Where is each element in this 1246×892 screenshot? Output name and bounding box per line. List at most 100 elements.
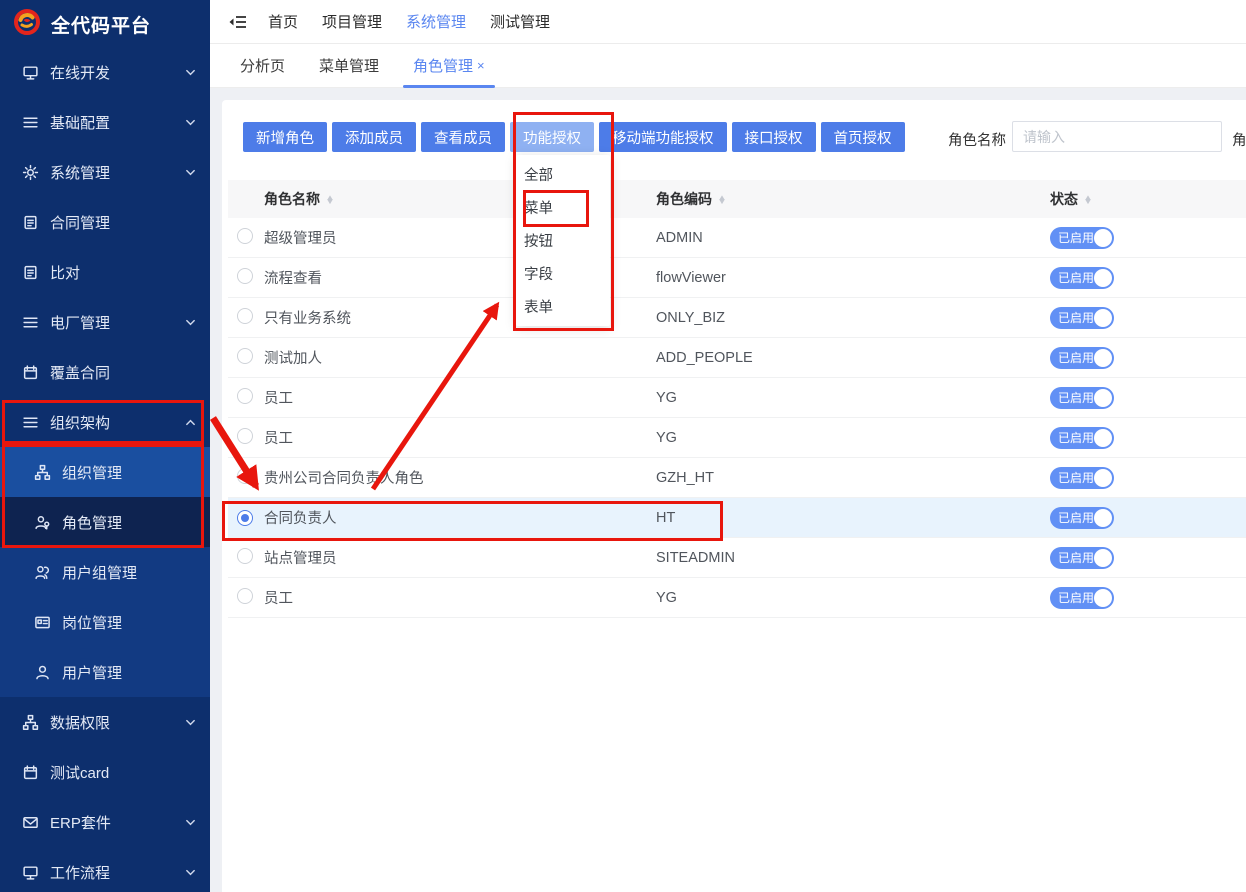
sidebar-item-post-mgmt[interactable]: 岗位管理 [0, 597, 210, 647]
nav-item-project-mgmt[interactable]: 项目管理 [322, 11, 382, 32]
sidebar-item-erp-suite[interactable]: ERP套件 [0, 797, 210, 847]
table-row[interactable]: 员工YG已启用 [228, 418, 1246, 458]
tab-analysis-page[interactable]: 分析页 [240, 44, 285, 88]
table-row[interactable]: 贵州公司合同负责人角色GZH_HT已启用 [228, 458, 1246, 498]
table-row[interactable]: 员工YG已启用 [228, 578, 1246, 618]
table-row[interactable]: 员工YG已启用 [228, 378, 1246, 418]
nav-item-system-mgmt[interactable]: 系统管理 [406, 11, 466, 32]
table-row[interactable]: 测试加人ADD_PEOPLE已启用 [228, 338, 1246, 378]
table-row[interactable]: 合同负责人HT已启用 [228, 498, 1246, 538]
sidebar-item-system-mgmt[interactable]: 系统管理 [0, 147, 210, 197]
toggle-knob [1094, 549, 1112, 567]
header-role-code[interactable]: 角色编码▲▼ [654, 189, 1046, 209]
add-role-button[interactable]: 新增角色 [243, 122, 327, 152]
sidebar-item-role-mgmt[interactable]: 角色管理 [0, 497, 210, 547]
tab-label: 菜单管理 [319, 55, 379, 76]
monitor-icon [22, 64, 39, 81]
row-radio[interactable] [237, 588, 253, 604]
status-cell: 已启用 [1046, 387, 1246, 409]
status-toggle-label: 已启用 [1050, 229, 1094, 246]
table-row[interactable]: 流程查看flowViewer已启用 [228, 258, 1246, 298]
chevron-down-icon [185, 817, 196, 828]
mobile-func-auth-button[interactable]: 移动端功能授权 [599, 122, 727, 152]
table-row[interactable]: 超级管理员ADMIN已启用 [228, 218, 1246, 258]
api-auth-button[interactable]: 接口授权 [732, 122, 816, 152]
sidebar-item-test-card[interactable]: 测试card [0, 747, 210, 797]
sidebar-item-data-permission[interactable]: 数据权限 [0, 697, 210, 747]
sidebar-item-coverage-contract[interactable]: 覆盖合同 [0, 347, 210, 397]
table-row[interactable]: 只有业务系统ONLY_BIZ已启用 [228, 298, 1246, 338]
sidebar-submenu-org-structure: 组织管理角色管理用户组管理岗位管理用户管理 [0, 447, 210, 697]
row-radio[interactable] [237, 468, 253, 484]
sidebar-item-compare[interactable]: 比对 [0, 247, 210, 297]
user-icon [34, 664, 51, 681]
sidebar-item-contract-mgmt[interactable]: 合同管理 [0, 197, 210, 247]
status-toggle[interactable]: 已启用 [1050, 387, 1114, 409]
status-toggle[interactable]: 已启用 [1050, 227, 1114, 249]
chevron-down-icon [185, 717, 196, 728]
status-cell: 已启用 [1046, 507, 1246, 529]
status-toggle[interactable]: 已启用 [1050, 307, 1114, 329]
view-member-button[interactable]: 查看成员 [421, 122, 505, 152]
status-toggle[interactable]: 已启用 [1050, 427, 1114, 449]
sidebar-item-org-mgmt[interactable]: 组织管理 [0, 447, 210, 497]
sidebar-item-label: 测试card [50, 762, 109, 783]
dropdown-item-menu[interactable]: 菜单 [516, 191, 610, 224]
calendar-icon [22, 364, 39, 381]
nav-item-test-mgmt[interactable]: 测试管理 [490, 11, 550, 32]
header-status[interactable]: 状态▲▼ [1046, 189, 1246, 209]
sidebar-item-basic-config[interactable]: 基础配置 [0, 97, 210, 147]
row-radio[interactable] [237, 348, 253, 364]
func-auth-button[interactable]: 功能授权 [510, 122, 594, 152]
dropdown-item-button[interactable]: 按钮 [516, 224, 610, 257]
sidebar-item-label: 工作流程 [50, 862, 110, 883]
sidebar-item-label: 用户组管理 [62, 562, 137, 583]
role-name-filter-input[interactable] [1012, 121, 1222, 152]
sidebar-item-user-group-mgmt[interactable]: 用户组管理 [0, 547, 210, 597]
status-cell: 已启用 [1046, 307, 1246, 329]
sidebar-item-label: 系统管理 [50, 162, 110, 183]
close-tab-icon[interactable]: × [477, 58, 485, 73]
home-auth-button[interactable]: 首页授权 [821, 122, 905, 152]
status-toggle[interactable]: 已启用 [1050, 547, 1114, 569]
sidebar-item-label: 用户管理 [62, 662, 122, 683]
dropdown-item-all[interactable]: 全部 [516, 158, 610, 191]
row-radio[interactable] [237, 228, 253, 244]
table-row[interactable]: 站点管理员SITEADMIN已启用 [228, 538, 1246, 578]
status-toggle[interactable]: 已启用 [1050, 267, 1114, 289]
add-member-button[interactable]: 添加成员 [332, 122, 416, 152]
sidebar-item-power-plant-mgmt[interactable]: 电厂管理 [0, 297, 210, 347]
collapse-sidebar-icon[interactable] [228, 12, 248, 32]
status-toggle-label: 已启用 [1050, 589, 1094, 606]
role-list-card: 新增角色添加成员查看成员功能授权移动端功能授权接口授权首页授权 角色名称 角 角… [222, 100, 1246, 892]
tab-role-mgmt[interactable]: 角色管理× [413, 44, 485, 88]
row-radio[interactable] [237, 308, 253, 324]
row-radio[interactable] [237, 428, 253, 444]
sidebar-item-label: 合同管理 [50, 212, 110, 233]
status-toggle-label: 已启用 [1050, 509, 1094, 526]
toggle-knob [1094, 309, 1112, 327]
sidebar-item-label: 组织架构 [50, 412, 110, 433]
nav-item-home[interactable]: 首页 [268, 11, 298, 32]
dropdown-item-form[interactable]: 表单 [516, 290, 610, 323]
sort-carets-icon: ▲▼ [1084, 196, 1092, 204]
sidebar-item-user-mgmt[interactable]: 用户管理 [0, 647, 210, 697]
row-radio[interactable] [237, 510, 253, 526]
tab-menu-mgmt[interactable]: 菜单管理 [319, 44, 379, 88]
header-label: 角色名称 [264, 191, 320, 207]
status-toggle[interactable]: 已启用 [1050, 467, 1114, 489]
sidebar-item-workflow[interactable]: 工作流程 [0, 847, 210, 892]
mail-icon [22, 814, 39, 831]
sidebar-item-label: 比对 [50, 262, 80, 283]
row-radio[interactable] [237, 548, 253, 564]
status-toggle[interactable]: 已启用 [1050, 347, 1114, 369]
status-toggle[interactable]: 已启用 [1050, 507, 1114, 529]
sidebar-item-org-structure[interactable]: 组织架构 [0, 397, 210, 447]
row-radio[interactable] [237, 268, 253, 284]
dropdown-item-field[interactable]: 字段 [516, 257, 610, 290]
row-radio[interactable] [237, 388, 253, 404]
sidebar-item-label: 电厂管理 [50, 312, 110, 333]
sidebar-item-online-dev[interactable]: 在线开发 [0, 47, 210, 97]
status-toggle[interactable]: 已启用 [1050, 587, 1114, 609]
content-area: 新增角色添加成员查看成员功能授权移动端功能授权接口授权首页授权 角色名称 角 角… [210, 88, 1246, 892]
